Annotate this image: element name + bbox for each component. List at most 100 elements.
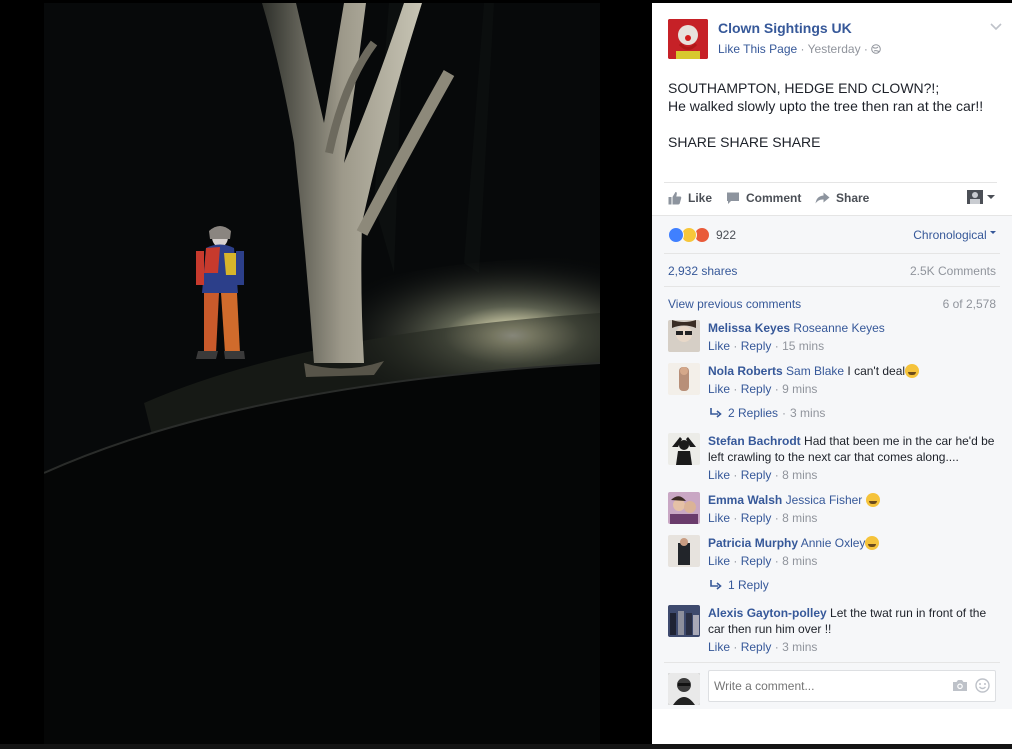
comment-author-link[interactable]: Patricia Murphy [708,536,798,550]
comment-reply-link[interactable]: Reply [741,382,772,396]
separator: · [733,640,738,654]
comment-like-link[interactable]: Like [708,511,730,525]
view-replies-link[interactable]: 1 Reply [710,578,769,592]
commenter-avatar[interactable] [668,492,700,524]
comment-time[interactable]: 9 mins [782,382,817,396]
comments-count[interactable]: 2.5K Comments [910,264,996,278]
comment-button[interactable]: Comment [726,189,801,207]
tagged-user-link[interactable]: Annie Oxley [801,536,866,550]
night-photo-illustration [44,3,600,744]
like-button[interactable]: Like [668,189,712,207]
page-name-link[interactable]: Clown Sightings UK [718,20,852,36]
separator: · [774,339,779,353]
like-reaction-icon [668,227,684,243]
comment-reply-link[interactable]: Reply [741,554,772,568]
comment-reply-link[interactable]: Reply [741,640,772,654]
comment-author-link[interactable]: Nola Roberts [708,364,783,378]
tagged-user-link[interactable]: Jessica Fisher [786,493,863,507]
commenter-avatar[interactable] [668,320,700,352]
camera-icon[interactable] [952,679,968,692]
share-button[interactable]: Share [815,189,869,207]
comment-order-dropdown[interactable]: Chronological [913,228,996,242]
divider [664,182,997,183]
clown-avatar-icon [668,19,708,59]
profile-thumbnail-icon [967,190,983,204]
commenter-avatar[interactable] [668,605,700,637]
comment-time[interactable]: 8 mins [782,511,817,525]
comment-composer [668,670,998,705]
like-page-link[interactable]: Like This Page [718,42,797,56]
post-timestamp[interactable]: Yesterday [808,42,861,56]
post-photo[interactable] [44,3,600,744]
replies-count: 2 Replies [728,406,779,420]
comment-body: Melissa Keyes Roseanne Keyes Like · Repl… [708,320,998,354]
emoji-picker-icon[interactable] [975,678,990,693]
comment-body: Nola Roberts Sam Blake I can't deal Like… [708,363,998,397]
comment-author-link[interactable]: Stefan Bachrodt [708,434,801,448]
comment-actions: Like · Reply · 8 mins [708,553,998,569]
comment-time[interactable]: 15 mins [782,339,824,353]
comment-author-link[interactable]: Alexis Gayton-polley [708,606,827,620]
shares-count-link[interactable]: 2,932 shares [668,264,737,278]
comment-time[interactable]: 3 mins [782,640,817,654]
viewer-bottom-strip [0,744,1012,749]
comment-reply-link[interactable]: Reply [741,468,772,482]
share-label: Share [836,191,870,205]
comment-like-link[interactable]: Like [708,468,730,482]
comment-actions: Like · Reply · 15 mins [708,338,998,354]
sad-emoji-icon [865,536,880,550]
comment-like-link[interactable]: Like [708,339,730,353]
commenter-avatar[interactable] [668,433,700,465]
view-previous-comments-link[interactable]: View previous comments [668,297,801,311]
replies-count: 1 Reply [728,578,769,592]
commenter-avatar[interactable] [668,363,700,395]
comment-pagination-count: 6 of 2,578 [942,297,996,311]
divider [664,286,1000,287]
divider [664,253,1000,254]
page-avatar[interactable] [668,19,708,59]
comment-actions: Like · Reply · 8 mins [708,510,998,526]
comment-icon [727,192,739,204]
commenter-avatar[interactable] [668,535,700,567]
tagged-user-link[interactable]: Sam Blake [786,364,844,378]
comment-author-link[interactable]: Emma Walsh [708,493,782,507]
post-text-line: SOUTHAMPTON, HEDGE END CLOWN?!; [668,80,940,96]
comment-text: I can't deal [847,364,906,378]
comment-time[interactable]: 8 mins [782,468,817,482]
post-text-line: He walked slowly upto the tree then ran … [668,98,984,114]
reply-arrow-icon [710,580,722,590]
comment-like-link[interactable]: Like [708,382,730,396]
comment-actions: Like · Reply · 3 mins [708,639,998,655]
comment-reply-link[interactable]: Reply [741,339,772,353]
separator: · [733,382,738,396]
post-header: Clown Sightings UK Like This Page · Yest… [668,19,1002,59]
post-message: SOUTHAMPTON, HEDGE END CLOWN?!; He walke… [668,79,998,151]
separator: · [774,640,779,654]
reactions-count: 922 [716,228,737,242]
separator: · [774,382,779,396]
comment-time[interactable]: 8 mins [782,554,817,568]
divider [664,662,1000,663]
comment-reply-link[interactable]: Reply [741,511,772,525]
separator: · [774,468,779,482]
separator: · [733,339,738,353]
thumbs-up-icon [668,191,682,205]
view-replies-link[interactable]: 2 Replies · 3 mins [710,406,825,420]
tagged-user-link[interactable]: Roseanne Keyes [793,321,884,335]
comments-section: 922 Chronological 2,932 shares 2.5K Comm… [652,215,1012,709]
comment-actions: Like · Reply · 9 mins [708,381,998,397]
reactions-summary[interactable]: 922 [668,227,736,243]
comment-author-link[interactable]: Melissa Keyes [708,321,790,335]
post-options-chevron-icon[interactable] [990,22,1004,36]
comment-body: Patricia Murphy Annie Oxley Like · Reply… [708,535,998,569]
comment-actions: Like · Reply · 8 mins [708,467,998,483]
comment-like-link[interactable]: Like [708,554,730,568]
photo-viewer [0,0,652,749]
viewer-selector[interactable] [967,190,996,204]
comment-body: Emma Walsh Jessica Fisher Like · Reply ·… [708,492,998,526]
separator: · [733,468,738,482]
caret-down-icon [990,231,996,234]
meta-separator: · [800,42,805,56]
current-user-avatar [668,673,700,705]
comment-like-link[interactable]: Like [708,640,730,654]
